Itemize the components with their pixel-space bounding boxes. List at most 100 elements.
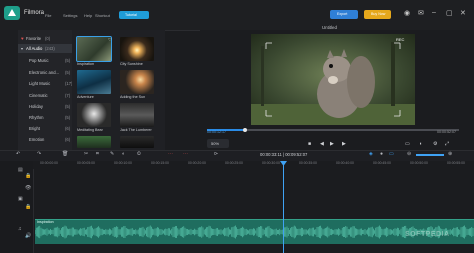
library-item-light[interactable]: Light Music [29, 81, 50, 86]
library-count: (5) [65, 104, 71, 109]
buy-now-button[interactable]: Buy Now [364, 10, 391, 19]
media-label: City Sunshine [120, 62, 143, 66]
library-count: (5) [65, 58, 71, 63]
zoom-select[interactable]: 50% [207, 139, 229, 148]
library-item-pop[interactable]: Pop Music [29, 58, 49, 63]
media-thumb-city-sunshine[interactable] [120, 37, 154, 61]
menu-shortcut[interactable]: Shortcut [95, 13, 110, 18]
stop-icon[interactable]: ■ [308, 141, 311, 147]
library-item-electronic[interactable]: Electronic and... [29, 70, 59, 75]
play-icon[interactable]: ▶ [330, 141, 334, 147]
ruler-tick-label: 00:00:25:00 [225, 161, 243, 165]
color-icon[interactable]: ◐ [122, 151, 125, 157]
buy-now-label: Buy Now [371, 12, 386, 17]
ruler-tick-label: 00:00:40:00 [336, 161, 354, 165]
zoom-slider[interactable] [416, 154, 444, 156]
ruler-tick-label: 00:00:30:00 [262, 161, 280, 165]
ruler-tick-label: 00:00:20:00 [188, 161, 206, 165]
media-thumb-inspiration[interactable] [76, 36, 112, 62]
menu-file[interactable]: File [45, 13, 51, 18]
account-icon[interactable]: ◉ [404, 9, 410, 17]
add-track-icon[interactable]: ▤ [18, 167, 23, 173]
tutorial-button[interactable]: Tutorial [119, 11, 149, 19]
close-icon[interactable]: ✕ [460, 9, 466, 17]
library-count: (7) [65, 93, 71, 98]
minimize-icon[interactable]: – [432, 9, 436, 16]
volume-icon[interactable]: ◖ [419, 141, 422, 147]
library-item-bright[interactable]: Bright [29, 126, 40, 131]
video-preview[interactable] [251, 34, 415, 125]
eye-icon[interactable]: 👁 [25, 185, 31, 191]
left-rail [0, 30, 18, 150]
media-thumb-adventure[interactable] [77, 70, 111, 94]
marker-icon[interactable]: ⋯ [168, 151, 173, 157]
settings-icon[interactable]: ⚙ [433, 141, 437, 147]
timeline-ruler[interactable] [33, 161, 474, 169]
edit-icon[interactable]: ✎ [110, 151, 114, 157]
library-item-rhythm[interactable]: Rhythm [29, 115, 43, 120]
ruler-tick-label: 00:00:00:00 [40, 161, 58, 165]
library-item-favorite[interactable]: Favorite [26, 36, 41, 41]
menu-help[interactable]: Help [84, 13, 92, 18]
filmora-logo-icon [4, 6, 20, 20]
video-track-icon: ▣ [18, 196, 23, 202]
prev-frame-icon[interactable]: ◀ [320, 141, 324, 147]
scrub-handle[interactable] [243, 128, 247, 132]
ruler-tick-label: 00:00:15:00 [151, 161, 169, 165]
favorite-icon[interactable]: ♡ [108, 37, 112, 42]
speed-icon[interactable]: ⏲ [137, 151, 141, 157]
snap-icon[interactable]: ◈ [369, 151, 373, 157]
zoom-value: 50% [211, 141, 220, 147]
media-thumb-jack-the-lumberer[interactable] [120, 103, 154, 127]
media-thumb-adding-the-sun[interactable] [120, 70, 154, 94]
ruler-tick-label: 00:00:05:00 [77, 161, 95, 165]
delete-icon[interactable]: 🗑 [62, 151, 68, 157]
library-item-cinematic[interactable]: Cinematic [29, 93, 48, 98]
library-count: (0) [45, 36, 51, 41]
record-icon[interactable]: ● [380, 151, 383, 157]
media-label: Meditating Bear [77, 128, 103, 132]
zoom-out-icon[interactable]: ⊖ [407, 151, 411, 157]
mute-icon[interactable]: 🔊 [25, 233, 31, 239]
mail-icon[interactable]: ✉ [418, 9, 424, 17]
export-button[interactable]: Export [330, 10, 358, 19]
screenshot-icon[interactable]: ▭ [405, 141, 410, 147]
ruler-tick-label: 00:00:35:00 [299, 161, 317, 165]
redo-icon[interactable]: ↷ [37, 151, 41, 157]
rec-indicator-icon: REC [396, 37, 405, 42]
ruler-tick-label: 00:00:55:00 [447, 161, 465, 165]
library-item-holiday[interactable]: Holiday [29, 104, 43, 109]
project-title: Untitled [322, 25, 337, 30]
lock-icon[interactable]: 🔒 [25, 173, 31, 179]
preview-total-time: 00:00:52:07 [437, 130, 456, 134]
media-thumb-meditating-bear[interactable] [77, 103, 111, 127]
zoom-in-icon[interactable]: ⊕ [448, 151, 452, 157]
library-item-all-audio[interactable]: All Audio [26, 46, 42, 51]
crop-icon[interactable]: ⌗ [96, 151, 99, 157]
cut-icon[interactable]: ✂ [84, 151, 88, 157]
next-frame-icon[interactable]: ▶ [342, 141, 346, 147]
squirrel-scene [251, 34, 415, 125]
ruler-tick-label: 00:00:50:00 [410, 161, 428, 165]
media-thumb-partial[interactable] [77, 136, 111, 148]
library-count: (5) [65, 70, 71, 75]
audio-mixer-icon[interactable]: ⋯ [183, 151, 188, 157]
lock-icon[interactable]: 🔒 [25, 204, 31, 210]
library-count: (6) [65, 126, 71, 131]
undo-icon[interactable]: ↶ [16, 151, 20, 157]
maximize-icon[interactable]: ▢ [446, 9, 453, 17]
media-label: Inspiration [77, 62, 95, 66]
media-label: Jack The Lumberer [120, 128, 152, 132]
tutorial-label: Tutorial [125, 13, 137, 17]
transition-icon[interactable]: ⊳ [214, 151, 218, 157]
fullscreen-icon[interactable]: ⤢ [445, 141, 449, 147]
audio-track-icon: ♫ [18, 226, 22, 232]
playhead[interactable] [283, 161, 284, 253]
menu-settings[interactable]: Settings [63, 13, 77, 18]
media-label: Adding the Sun [120, 95, 146, 99]
ruler-tick-label: 00:00:45:00 [373, 161, 391, 165]
expand-arrow-icon[interactable]: ▾ [21, 46, 23, 51]
voiceover-icon[interactable]: ▭ [389, 151, 394, 157]
media-thumb-partial[interactable] [120, 136, 154, 148]
library-item-emotion[interactable]: Emotion [29, 137, 44, 142]
